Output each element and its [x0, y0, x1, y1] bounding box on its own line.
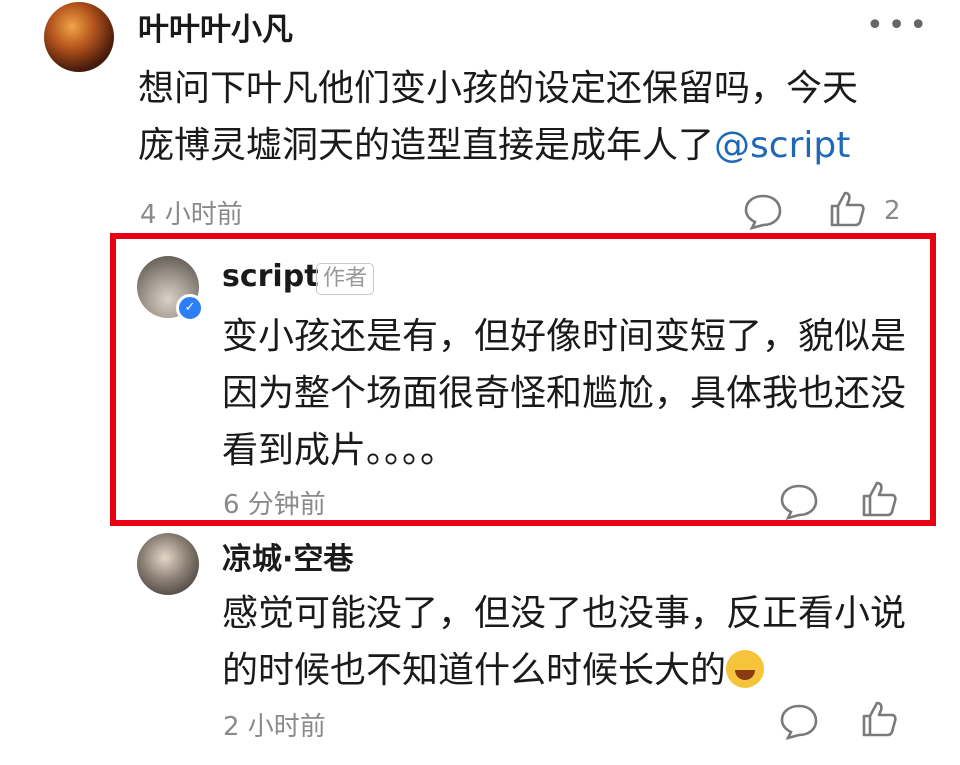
username[interactable]: script: [222, 259, 319, 294]
username[interactable]: 凉城·空巷: [222, 534, 353, 578]
like-count: 2: [884, 196, 901, 226]
like-icon[interactable]: [826, 188, 868, 230]
timestamp: 6 分钟前: [223, 490, 326, 520]
comment-text: 感觉可能没了，但没了也没事，反正看小说 的时候也不知道什么时候长大的: [222, 585, 942, 699]
comment-line-text: 的时候也不知道什么时候长大的: [222, 650, 727, 691]
laughing-emoji-icon: [726, 650, 765, 688]
comment-text: 想问下叶凡他们变小孩的设定还保留吗，今天 庞博灵墟洞天的造型直接是成年人了@sc…: [138, 60, 938, 174]
timestamp: 4 小时前: [140, 200, 243, 230]
comment-line: 因为整个场面很奇怪和尴尬，具体我也还没: [222, 373, 907, 414]
reply-icon[interactable]: [778, 482, 820, 522]
author-badge: 作者: [316, 263, 375, 295]
like-icon[interactable]: [858, 478, 900, 520]
comment-line: 看到成片。。。。: [222, 430, 457, 471]
more-icon[interactable]: •••: [866, 8, 931, 43]
timestamp: 2 小时前: [223, 712, 326, 742]
comment-line: 庞博灵墟洞天的造型直接是成年人了@script: [138, 117, 938, 174]
comment-line: 变小孩还是有，但好像时间变短了，貌似是: [222, 316, 907, 357]
avatar[interactable]: [137, 533, 199, 595]
reply-icon[interactable]: [742, 192, 784, 232]
like-icon[interactable]: [858, 698, 900, 740]
verified-badge-icon: ✓: [176, 294, 204, 322]
comment-line: 的时候也不知道什么时候长大的: [222, 642, 942, 699]
avatar[interactable]: [44, 2, 114, 72]
comment-line: 感觉可能没了，但没了也没事，反正看小说: [222, 593, 907, 634]
comment-line: 想问下叶凡他们变小孩的设定还保留吗，今天: [138, 68, 859, 109]
comment-text: 变小孩还是有，但好像时间变短了，貌似是 因为整个场面很奇怪和尴尬，具体我也还没 …: [222, 308, 922, 479]
reply-icon[interactable]: [778, 702, 820, 742]
username[interactable]: 叶叶叶小凡: [138, 4, 293, 49]
mention-link[interactable]: @script: [714, 125, 850, 166]
comment-line-text: 庞博灵墟洞天的造型直接是成年人了: [138, 125, 715, 166]
